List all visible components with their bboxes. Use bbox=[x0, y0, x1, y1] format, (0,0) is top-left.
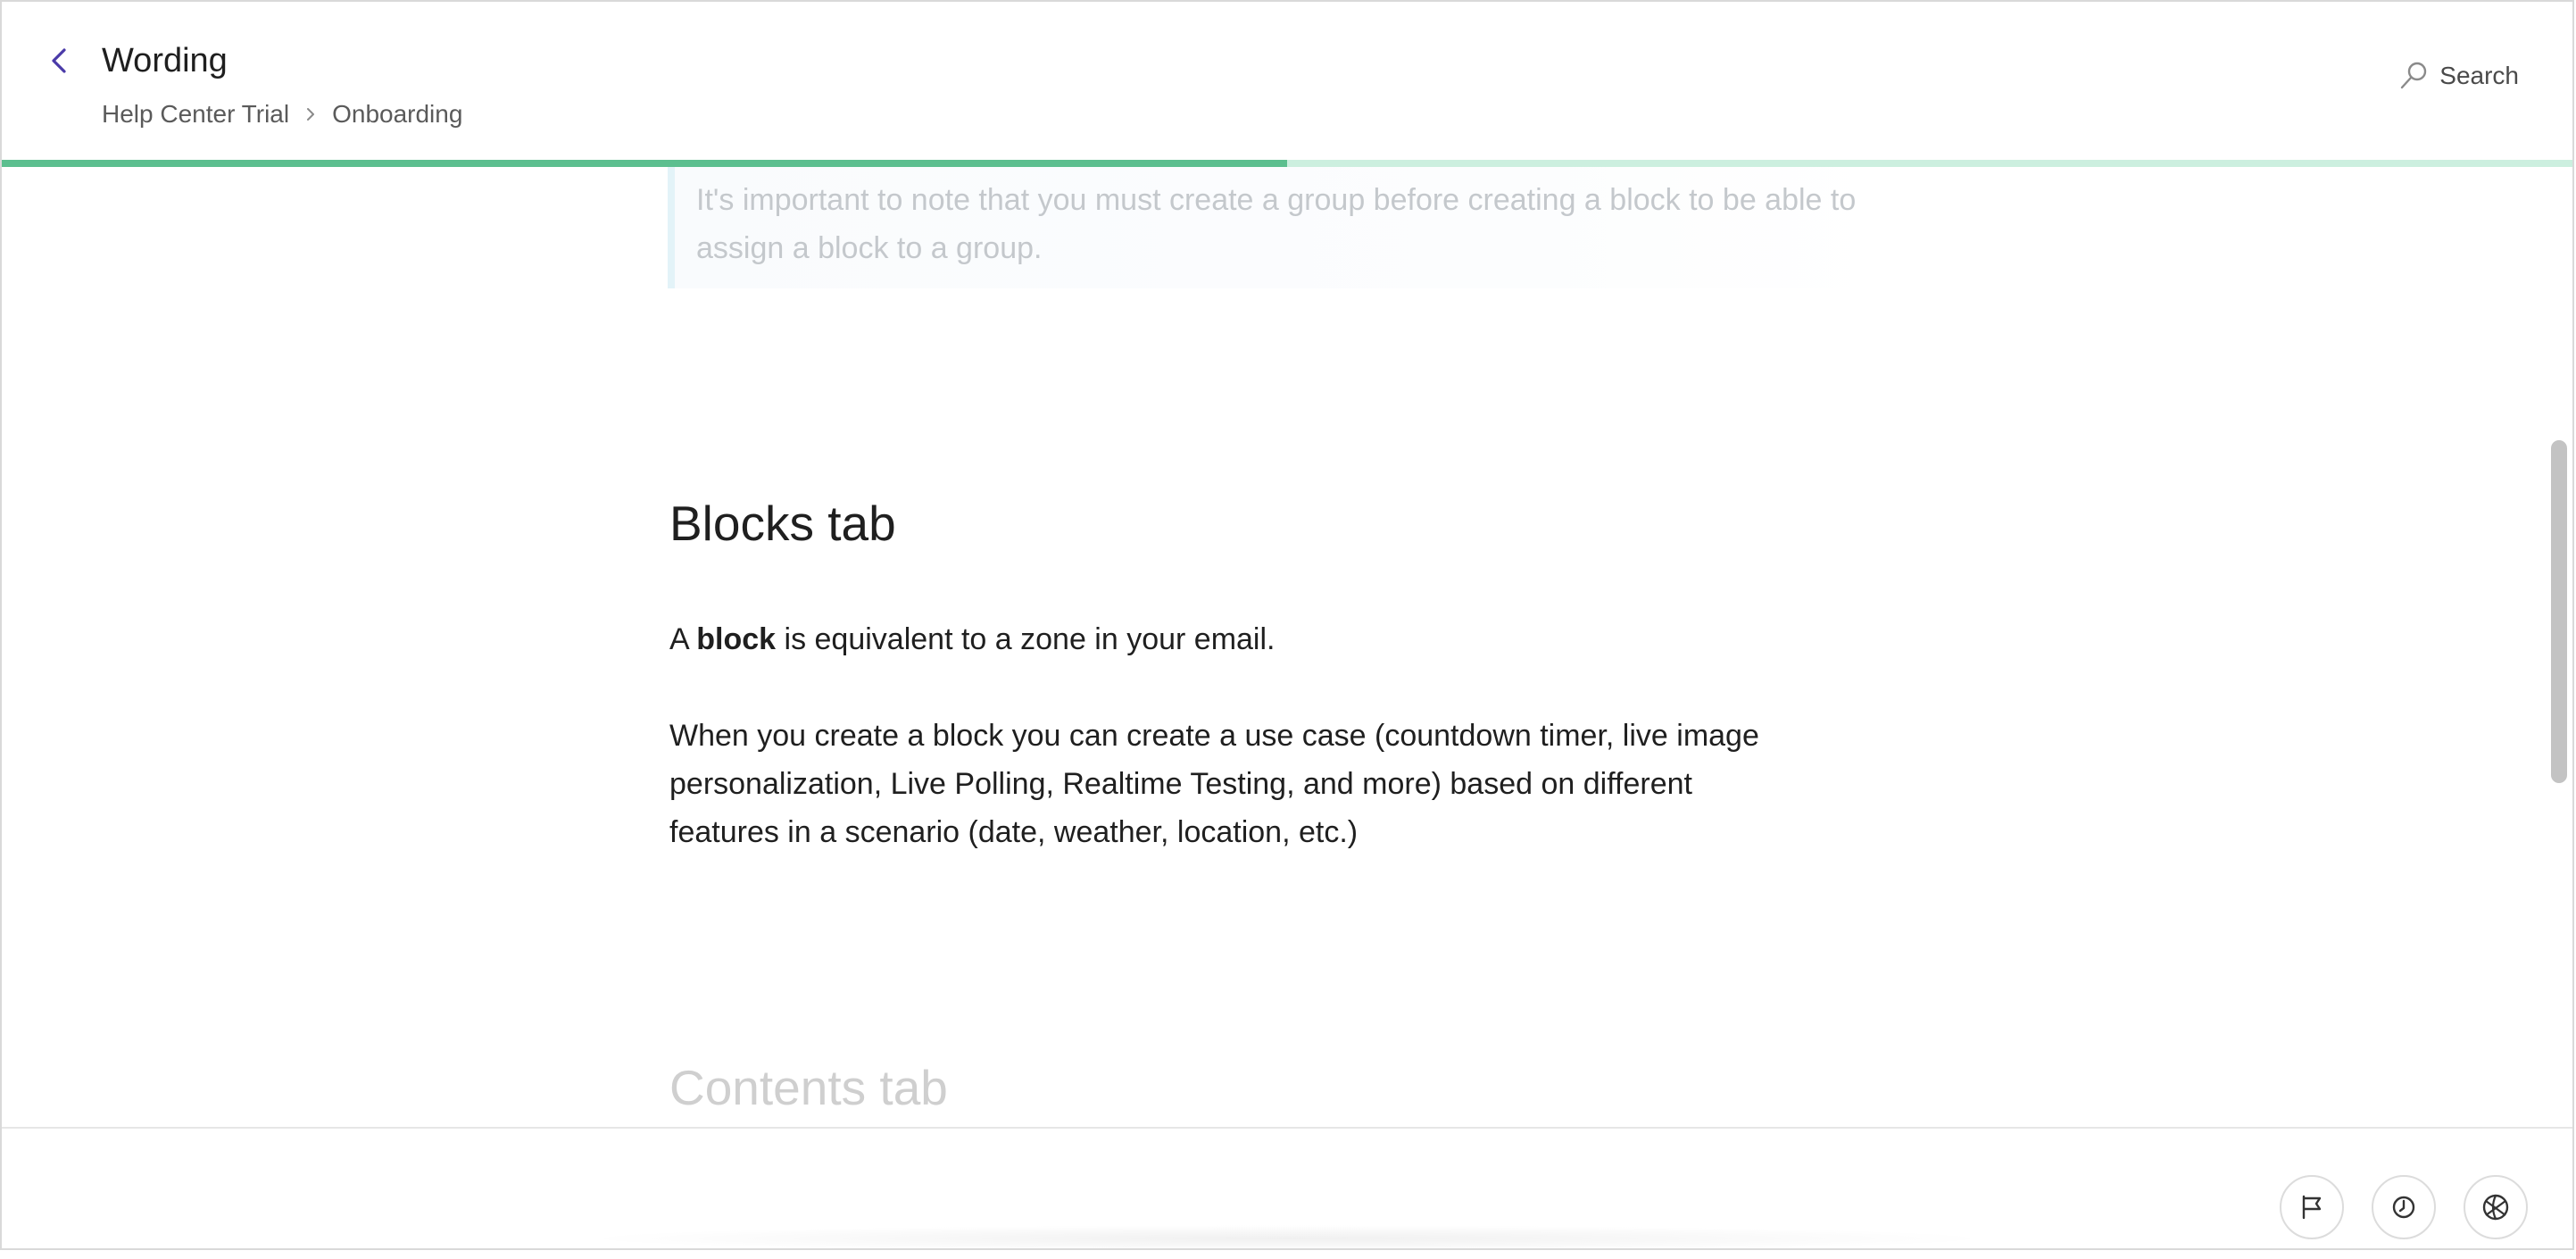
breadcrumb-item-onboarding[interactable]: Onboarding bbox=[332, 96, 462, 132]
bold-term: block bbox=[696, 622, 777, 656]
search-button[interactable]: Search bbox=[2398, 61, 2519, 91]
text-span: is equivalent to a zone in your email. bbox=[776, 622, 1276, 656]
window-bottom-edge bbox=[0, 1250, 2576, 1259]
breadcrumb-item-help-center[interactable]: Help Center Trial bbox=[102, 96, 289, 132]
breadcrumb: Help Center Trial Onboarding bbox=[102, 96, 462, 132]
paragraph-block-definition: A block is equivalent to a zone in your … bbox=[669, 615, 1848, 663]
paragraph-line: features in a scenario (date, weather, l… bbox=[669, 815, 1359, 849]
app-window: Wording Help Center Trial Onboarding Sea… bbox=[0, 0, 2574, 1250]
text-span: A bbox=[669, 622, 697, 656]
footer bbox=[2, 1127, 2572, 1248]
paragraph-line: personalization, Live Polling, Realtime … bbox=[669, 767, 1692, 801]
search-icon bbox=[2401, 62, 2427, 89]
article-content: It's important to note that you must cre… bbox=[2, 167, 2572, 1127]
footer-shadow bbox=[573, 1225, 2001, 1248]
section-heading: Blocks tab bbox=[669, 496, 896, 551]
flag-icon bbox=[2302, 1195, 2322, 1220]
back-button[interactable] bbox=[41, 41, 77, 80]
next-section-heading: Contents tab bbox=[669, 1060, 948, 1115]
paragraph-line: When you create a block you can create a… bbox=[669, 719, 1759, 753]
history-icon bbox=[2392, 1196, 2415, 1219]
report-button[interactable] bbox=[2280, 1175, 2344, 1239]
header: Wording Help Center Trial Onboarding Sea… bbox=[2, 2, 2572, 161]
reading-progress-fill bbox=[2, 160, 1287, 167]
globe-icon bbox=[2482, 1194, 2509, 1221]
scrollbar-thumb[interactable] bbox=[2551, 440, 2567, 783]
language-button[interactable] bbox=[2464, 1175, 2528, 1239]
reading-progress-bar bbox=[2, 160, 2572, 167]
chevron-left-icon bbox=[52, 48, 66, 73]
page-title: Wording bbox=[102, 42, 228, 79]
search-label: Search bbox=[2439, 62, 2519, 89]
callout-note: It's important to note that you must cre… bbox=[668, 167, 1882, 288]
history-button[interactable] bbox=[2372, 1175, 2436, 1239]
callout-text: It's important to note that you must cre… bbox=[696, 183, 1857, 265]
chevron-right-icon bbox=[305, 106, 316, 122]
scrollbar[interactable] bbox=[2551, 167, 2567, 1127]
paragraph-use-case: When you create a block you can create a… bbox=[669, 712, 1848, 856]
